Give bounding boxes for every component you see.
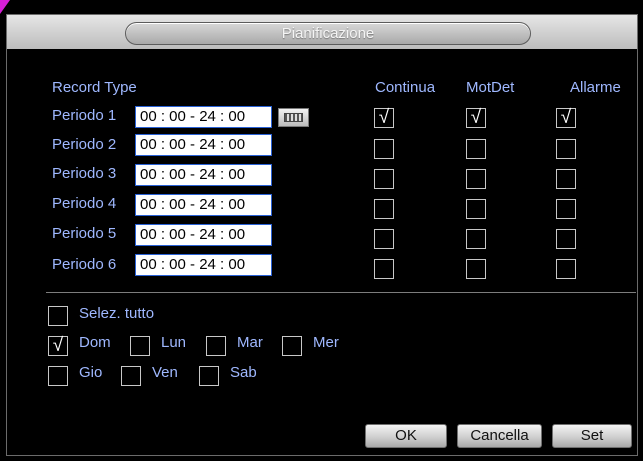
weekday-lun-checkbox[interactable]	[130, 336, 150, 356]
weekday-dom-label: Dom	[79, 334, 111, 351]
window-title: Pianificazione	[281, 25, 375, 42]
period-4-label: Periodo 4	[52, 195, 117, 212]
period-2-motdet-checkbox[interactable]	[466, 139, 486, 159]
weekday-sab-checkbox[interactable]	[199, 366, 219, 386]
period-1-allarme-checkbox[interactable]: √	[556, 108, 576, 128]
weekday-gio-label: Gio	[79, 364, 103, 381]
period-3-motdet-checkbox[interactable]	[466, 169, 486, 189]
ok-button[interactable]: OK	[365, 424, 447, 448]
period-4-motdet-checkbox[interactable]	[466, 199, 486, 219]
weekday-dom-checkbox[interactable]: √	[48, 336, 68, 356]
period-6-continua-checkbox[interactable]	[374, 259, 394, 279]
cancel-button[interactable]: Cancella	[457, 424, 542, 448]
select-all-checkbox[interactable]	[48, 306, 68, 326]
select-all-label: Selez. tutto	[79, 305, 155, 322]
period-1-motdet-checkbox[interactable]: √	[466, 108, 486, 128]
period-2-continua-checkbox[interactable]	[374, 139, 394, 159]
column-header-continua: Continua	[375, 79, 436, 96]
period-3-label: Periodo 3	[52, 165, 117, 182]
weekday-ven-checkbox[interactable]	[121, 366, 141, 386]
period-2-time-field[interactable]: 00 : 00 - 24 : 00	[135, 134, 272, 156]
period-5-label: Periodo 5	[52, 225, 117, 242]
period-5-continua-checkbox[interactable]	[374, 229, 394, 249]
weekday-gio-checkbox[interactable]	[48, 366, 68, 386]
corner-marker	[0, 0, 10, 14]
column-header-allarme: Allarme	[570, 79, 621, 96]
period-1-time-field[interactable]: 00 : 00 - 24 : 00	[135, 106, 272, 128]
weekday-mer-label: Mer	[313, 334, 339, 351]
weekday-ven-label: Ven	[152, 364, 178, 381]
period-6-motdet-checkbox[interactable]	[466, 259, 486, 279]
weekday-mar-checkbox[interactable]	[206, 336, 226, 356]
record-type-label: Record Type	[52, 79, 137, 96]
column-header-motdet: MotDet	[466, 79, 515, 96]
period-3-time-field[interactable]: 00 : 00 - 24 : 00	[135, 164, 272, 186]
weekday-lun-label: Lun	[161, 334, 187, 351]
period-3-continua-checkbox[interactable]	[374, 169, 394, 189]
weekday-mer-checkbox[interactable]	[282, 336, 302, 356]
period-6-time-field[interactable]: 00 : 00 - 24 : 00	[135, 254, 272, 276]
weekday-mar-label: Mar	[237, 334, 263, 351]
period-5-motdet-checkbox[interactable]	[466, 229, 486, 249]
separator-line	[46, 292, 636, 293]
period-6-allarme-checkbox[interactable]	[556, 259, 576, 279]
period-5-allarme-checkbox[interactable]	[556, 229, 576, 249]
period-1-label: Periodo 1	[52, 107, 117, 124]
keyboard-icon[interactable]	[278, 108, 309, 127]
period-6-label: Periodo 6	[52, 256, 117, 273]
period-4-continua-checkbox[interactable]	[374, 199, 394, 219]
period-2-label: Periodo 2	[52, 136, 117, 153]
period-1-continua-checkbox[interactable]: √	[374, 108, 394, 128]
period-5-time-field[interactable]: 00 : 00 - 24 : 00	[135, 224, 272, 246]
period-4-time-field[interactable]: 00 : 00 - 24 : 00	[135, 194, 272, 216]
period-3-allarme-checkbox[interactable]	[556, 169, 576, 189]
period-4-allarme-checkbox[interactable]	[556, 199, 576, 219]
period-2-allarme-checkbox[interactable]	[556, 139, 576, 159]
weekday-sab-label: Sab	[230, 364, 257, 381]
set-button[interactable]: Set	[552, 424, 632, 448]
